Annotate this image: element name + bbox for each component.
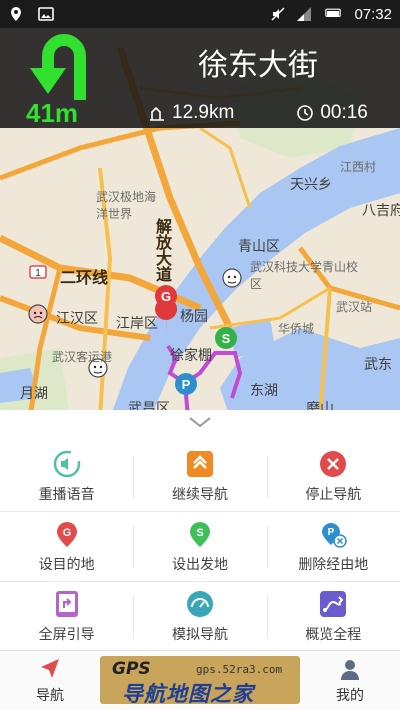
remaining-time: 00:16 — [296, 102, 368, 124]
watermark-site: gps.52ra3.com — [196, 663, 283, 676]
continue-navigation-icon — [186, 450, 213, 477]
map-label: 八吉府 — [362, 203, 400, 219]
clock-icon — [297, 105, 314, 121]
map-label: 江岸区 — [116, 316, 158, 332]
simulate-navigation-button[interactable]: 模拟导航 — [133, 582, 266, 652]
ring-road-shield: 1 — [29, 265, 47, 279]
navigation-arrow-icon — [41, 659, 59, 678]
simulate-navigation-icon — [186, 591, 213, 617]
remaining-time-value: 00:16 — [320, 102, 368, 123]
tab-navigation[interactable]: 导航 — [10, 651, 90, 710]
map-label: 武汉极地海洋世界 — [96, 190, 157, 221]
map-label: 武东 — [364, 357, 392, 373]
stop-navigation-icon — [320, 450, 347, 477]
waypoint-marker[interactable]: P — [175, 373, 197, 395]
map-label: 杨园 — [180, 309, 208, 325]
svg-text:S: S — [196, 527, 203, 539]
menu-item-label: 继续导航 — [171, 486, 228, 503]
map-road-label: 解放大道 — [153, 218, 172, 282]
svg-text:G: G — [62, 527, 71, 539]
status-time: 07:32 — [354, 5, 392, 23]
watermark-name: 导航地图之家 — [122, 682, 254, 704]
fullscreen-guide-button[interactable]: 全屏引导 — [0, 582, 133, 652]
status-bar: 07:32 — [0, 0, 400, 28]
menu-item-label: 停止导航 — [305, 486, 362, 503]
replay-voice-button[interactable]: 重播语音 — [0, 442, 133, 511]
svg-text:P: P — [182, 377, 191, 392]
map-label: 江汉区 — [56, 311, 98, 327]
remaining-distance: 12.9km — [148, 102, 234, 124]
watermark-logo: GPS gps.52ra3.com 导航地图之家 — [100, 656, 300, 704]
start-marker[interactable]: S — [215, 327, 237, 349]
map-label: 月湖 — [20, 386, 48, 402]
menu-item-label: 设出发地 — [171, 556, 228, 573]
map-label: 东湖 — [250, 383, 278, 399]
traffic-camera-icon[interactable] — [28, 304, 48, 324]
map-label: 武汉科技大学青山校区 — [250, 260, 359, 291]
menu-row: 全屏引导 模拟导航 概览全程 — [0, 582, 400, 652]
set-destination-button[interactable]: G 设目的地 — [0, 512, 133, 581]
turn-distance: 41m — [26, 98, 79, 128]
signal-icon — [297, 7, 312, 21]
map-label: 青山区 — [238, 239, 280, 255]
menu-item-label: 删除经由地 — [298, 556, 369, 573]
start-pin-icon: S — [189, 521, 210, 547]
svg-text:S: S — [222, 331, 231, 346]
mute-icon — [271, 7, 285, 21]
image-icon — [38, 7, 54, 21]
battery-icon — [325, 8, 342, 17]
map-label: 江西村 — [340, 160, 377, 174]
svg-text:G: G — [161, 289, 171, 304]
chevron-down-icon[interactable] — [180, 412, 220, 432]
continue-navigation-button[interactable]: 继续导航 — [133, 442, 266, 511]
svg-text:1: 1 — [35, 268, 41, 279]
user-icon — [341, 660, 359, 680]
map-road-label: 二环线 — [60, 268, 109, 287]
tab-label: 导航 — [36, 688, 64, 704]
overview-route-button[interactable]: 概览全程 — [266, 582, 400, 652]
set-start-button[interactable]: S 设出发地 — [133, 512, 266, 581]
menu-row: G 设目的地 S 设出发地 P 删除经由地 — [0, 512, 400, 582]
distance-icon — [150, 106, 164, 121]
remaining-distance-value: 12.9km — [172, 102, 235, 123]
menu-item-label: 模拟导航 — [171, 627, 228, 643]
tab-me[interactable]: 我的 — [310, 651, 390, 710]
menu-row: 重播语音 继续导航 停止导航 — [0, 442, 400, 512]
traffic-camera-icon[interactable] — [222, 268, 242, 288]
destination-pin-icon: G — [56, 521, 77, 547]
street-name: 徐东大街 — [198, 48, 318, 83]
delete-waypoint-icon: P — [322, 522, 348, 548]
location-icon — [11, 7, 21, 21]
tab-label: 我的 — [336, 688, 364, 704]
fullscreen-guide-icon — [55, 591, 78, 617]
stop-navigation-button[interactable]: 停止导航 — [266, 442, 400, 511]
navigation-menu: 重播语音 继续导航 停止导航 G 设目的地 S 设出发地 P 删除经由地 全屏引… — [0, 410, 400, 650]
menu-item-label: 概览全程 — [305, 627, 362, 643]
navigation-header: 41m 徐东大街 12.9km 00:16 — [0, 28, 400, 128]
menu-item-label: 全屏引导 — [38, 627, 95, 643]
delete-waypoint-button[interactable]: P 删除经由地 — [266, 512, 400, 581]
map-label: 华侨城 — [278, 322, 315, 336]
map-label: 徐家棚 — [170, 348, 212, 364]
menu-item-label: 设目的地 — [38, 556, 95, 573]
overview-route-icon — [320, 591, 347, 617]
menu-grid: 重播语音 继续导航 停止导航 G 设目的地 S 设出发地 P 删除经由地 全屏引… — [0, 442, 400, 652]
map-label: 武汉客运港 — [52, 350, 113, 364]
map-label: 武汉站 — [336, 300, 373, 314]
replay-voice-icon — [53, 450, 80, 477]
svg-text:P: P — [328, 527, 335, 538]
watermark-gps: GPS — [112, 659, 151, 679]
navigation-stats: 12.9km 00:16 — [120, 98, 400, 128]
map-label: 天兴乡 — [290, 177, 332, 193]
menu-item-label: 重播语音 — [38, 486, 95, 503]
